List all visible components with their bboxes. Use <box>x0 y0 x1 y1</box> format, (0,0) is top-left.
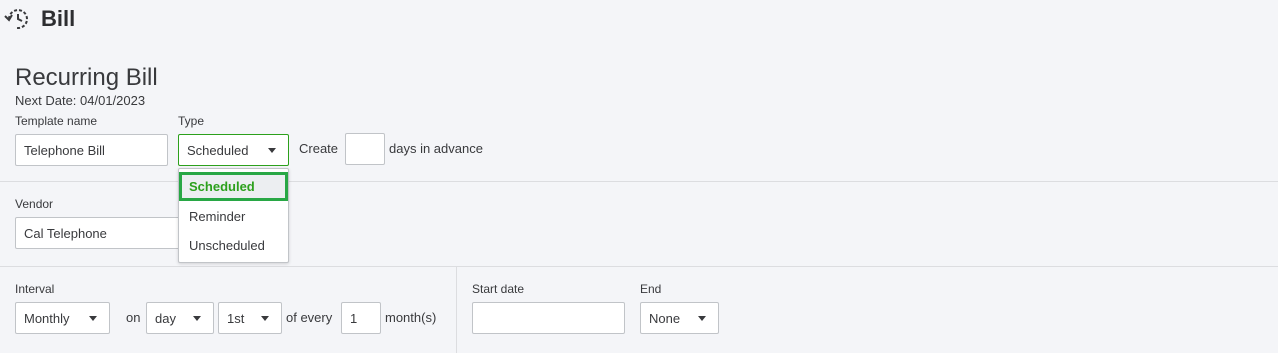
type-option-reminder[interactable]: Reminder <box>179 202 288 231</box>
day-select[interactable]: day <box>146 302 214 334</box>
end-label: End <box>640 282 662 296</box>
page-title: Bill <box>41 6 76 31</box>
template-name-label: Template name <box>15 114 98 128</box>
divider-vertical <box>456 267 457 353</box>
template-name-input[interactable]: Telephone Bill <box>15 134 168 166</box>
create-label: Create <box>299 141 339 156</box>
interval-label: Interval <box>15 282 55 296</box>
interval-select[interactable]: Monthly <box>15 302 110 334</box>
chevron-down-icon <box>268 147 276 153</box>
on-label: on <box>126 310 141 325</box>
type-label: Type <box>178 114 205 128</box>
chevron-down-icon <box>89 315 97 321</box>
chevron-down-icon <box>193 315 201 321</box>
of-every-label: of every <box>286 310 333 325</box>
type-select[interactable]: Scheduled <box>178 134 289 166</box>
start-date-label: Start date <box>472 282 525 296</box>
type-option-scheduled[interactable]: Scheduled <box>179 172 288 201</box>
vendor-input[interactable]: Cal Telephone <box>15 217 190 249</box>
next-date: Next Date: 04/01/2023 <box>15 93 146 108</box>
section-title: Recurring Bill <box>15 64 158 91</box>
type-dropdown-menu: Scheduled Reminder Unscheduled <box>178 168 289 263</box>
type-value: Scheduled <box>187 142 249 158</box>
template-name-value: Telephone Bill <box>24 142 105 158</box>
type-option-unscheduled[interactable]: Unscheduled <box>179 231 288 260</box>
end-select[interactable]: None <box>640 302 719 334</box>
chevron-down-icon <box>698 315 706 321</box>
months-label: month(s) <box>385 310 437 325</box>
chevron-down-icon <box>261 315 269 321</box>
days-in-advance-label: days in advance <box>389 141 483 156</box>
days-in-advance-input[interactable] <box>345 133 385 165</box>
interval-value: Monthly <box>24 310 70 326</box>
divider <box>0 266 1278 267</box>
vendor-value: Cal Telephone <box>24 225 107 241</box>
every-count-value: 1 <box>350 310 358 326</box>
nth-value: 1st <box>227 310 245 326</box>
recurring-clock-icon <box>3 6 31 32</box>
day-value: day <box>155 310 176 326</box>
nth-select[interactable]: 1st <box>218 302 282 334</box>
every-count-input[interactable]: 1 <box>341 302 381 334</box>
vendor-label: Vendor <box>15 197 54 211</box>
start-date-input[interactable] <box>472 302 625 334</box>
end-value: None <box>649 310 681 326</box>
